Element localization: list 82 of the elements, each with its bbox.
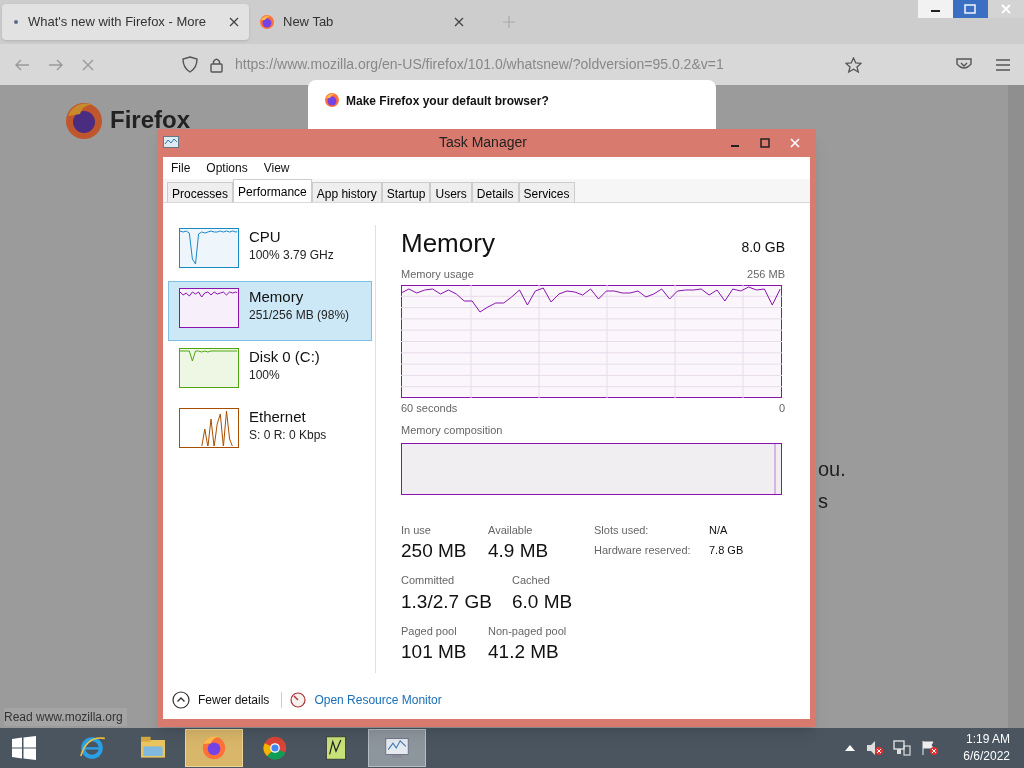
stat-value: N/A bbox=[709, 522, 728, 538]
firefox-icon bbox=[259, 14, 275, 30]
tab[interactable]: Processes bbox=[167, 182, 234, 202]
stat-value: 41.2 MB bbox=[488, 640, 560, 664]
sidebar-item[interactable]: Disk 0 (C:) 100% bbox=[168, 341, 372, 401]
stat-label: Available bbox=[488, 522, 534, 538]
axis-label: 60 seconds bbox=[401, 400, 458, 416]
panel-heading: Memory bbox=[401, 229, 495, 257]
stat-label: Hardware reserved: bbox=[594, 543, 692, 558]
network-icon[interactable] bbox=[893, 740, 912, 756]
window-title: Task Manager bbox=[439, 135, 527, 149]
logo-text: Firefox bbox=[110, 108, 190, 132]
sidebar-detail: 100% 3.79 GHz bbox=[249, 247, 334, 264]
sidebar-title: Memory bbox=[249, 288, 305, 306]
stat-value: 101 MB bbox=[401, 640, 468, 664]
pocket-icon[interactable] bbox=[956, 57, 972, 72]
sidebar-title: Ethernet bbox=[249, 408, 307, 426]
chart-label: 256 MB bbox=[747, 267, 785, 282]
menu-item[interactable]: View bbox=[263, 159, 290, 177]
shield-icon[interactable] bbox=[182, 56, 198, 73]
chevron-up-icon bbox=[172, 691, 190, 709]
sidebar-item[interactable]: Memory 251/256 MB (98%) bbox=[168, 281, 372, 341]
stat-value: 1.3/2.7 GB bbox=[401, 589, 493, 614]
taskbar-button[interactable] bbox=[368, 729, 426, 767]
stat-value: 6.0 MB bbox=[512, 589, 573, 614]
tab-dot-icon bbox=[12, 18, 20, 26]
stat-label: Committed bbox=[401, 573, 456, 588]
close-icon[interactable] bbox=[454, 17, 464, 27]
chart-label: Memory composition bbox=[401, 423, 504, 438]
menu-item[interactable]: File bbox=[171, 159, 191, 177]
stat-value: 250 MB bbox=[401, 539, 468, 563]
firefox-logo-icon bbox=[64, 100, 104, 140]
firefox-icon bbox=[324, 92, 340, 108]
gauge-icon bbox=[290, 692, 307, 708]
taskbar-button[interactable] bbox=[185, 729, 243, 767]
chart-label: Memory usage bbox=[401, 267, 474, 282]
axis-label: 0 bbox=[778, 400, 785, 416]
tab[interactable]: Services bbox=[518, 182, 575, 202]
speaker-muted-icon[interactable] bbox=[865, 740, 884, 756]
stat-label: Non-paged pool bbox=[488, 623, 567, 639]
task-manager-icon bbox=[163, 136, 179, 150]
clock[interactable]: 1:19 AM 6/6/2022 bbox=[963, 731, 1010, 765]
tab-title: New Tab bbox=[283, 13, 335, 32]
menu-icon[interactable] bbox=[996, 58, 1010, 71]
status-text: Read www.mozilla.org bbox=[4, 708, 127, 726]
sidebar-detail: 251/256 MB (98%) bbox=[249, 307, 350, 324]
browser-tab[interactable]: New Tab bbox=[249, 4, 474, 40]
resource-monitor-link[interactable]: Open Resource Monitor bbox=[314, 691, 442, 709]
star-icon[interactable] bbox=[845, 56, 862, 73]
tab[interactable]: Performance bbox=[233, 179, 312, 202]
capacity-text: 8.0 GB bbox=[741, 238, 785, 257]
stat-value: 7.8 GB bbox=[709, 543, 744, 558]
sidebar-item[interactable]: Ethernet S: 0 R: 0 Kbps bbox=[168, 401, 372, 461]
page-text: s bbox=[818, 491, 828, 511]
tab-title: What's new with Firefox - More bbox=[28, 13, 208, 32]
maximize-icon[interactable] bbox=[760, 138, 770, 148]
menu-item[interactable]: Options bbox=[206, 159, 248, 177]
page-text: ou. bbox=[818, 459, 846, 479]
sidebar-detail: 100% bbox=[249, 367, 281, 384]
sidebar-item[interactable]: CPU 100% 3.79 GHz bbox=[168, 221, 372, 281]
lock-icon[interactable] bbox=[210, 56, 223, 73]
scrollbar[interactable] bbox=[1008, 85, 1024, 728]
flag-icon[interactable] bbox=[921, 740, 940, 756]
dialog-title: Make Firefox your default browser? bbox=[346, 93, 549, 110]
show-hidden-icon[interactable] bbox=[845, 745, 856, 751]
tab[interactable]: App history bbox=[311, 182, 382, 202]
sidebar-title: Disk 0 (C:) bbox=[249, 348, 320, 366]
tab[interactable]: Users bbox=[430, 182, 472, 202]
stat-label: Slots used: bbox=[594, 522, 650, 538]
fewer-details-button[interactable]: Fewer details bbox=[172, 691, 270, 709]
stat-value: 4.9 MB bbox=[488, 539, 549, 563]
stat-label: Cached bbox=[512, 573, 551, 588]
close-icon[interactable] bbox=[229, 17, 239, 27]
tab[interactable]: Startup bbox=[381, 182, 431, 202]
minimize-icon[interactable] bbox=[918, 0, 953, 18]
sidebar-detail: S: 0 R: 0 Kbps bbox=[249, 427, 327, 444]
stat-label: Paged pool bbox=[401, 623, 458, 639]
browser-tab[interactable]: What's new with Firefox - More bbox=[2, 4, 249, 40]
tab[interactable]: Details bbox=[471, 182, 519, 202]
start-icon[interactable] bbox=[11, 735, 37, 761]
sidebar-title: CPU bbox=[249, 228, 282, 246]
stat-label: In use bbox=[401, 522, 432, 538]
